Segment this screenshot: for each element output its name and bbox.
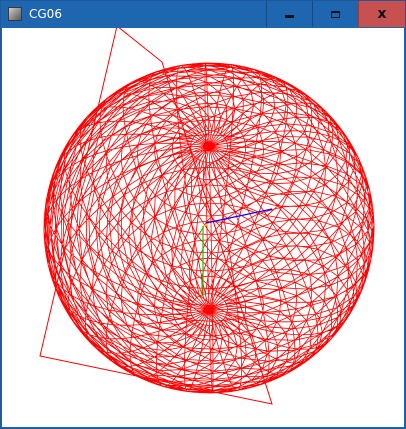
- window-title: CG06: [29, 7, 62, 21]
- close-button[interactable]: x: [358, 1, 405, 27]
- maximize-icon: [331, 10, 340, 18]
- minimize-icon: [285, 14, 294, 18]
- sphere-mesh: [43, 62, 375, 394]
- maximize-button[interactable]: [312, 1, 358, 27]
- app-window-icon[interactable]: [8, 7, 22, 21]
- title-bar[interactable]: CG06 x: [1, 1, 405, 28]
- close-icon: x: [377, 6, 387, 22]
- render-canvas[interactable]: [2, 28, 404, 427]
- app-window: CG06 x: [0, 0, 406, 429]
- scene-svg: [39, 28, 375, 405]
- minimize-button[interactable]: [266, 1, 312, 27]
- wireframe-sphere: [43, 62, 375, 394]
